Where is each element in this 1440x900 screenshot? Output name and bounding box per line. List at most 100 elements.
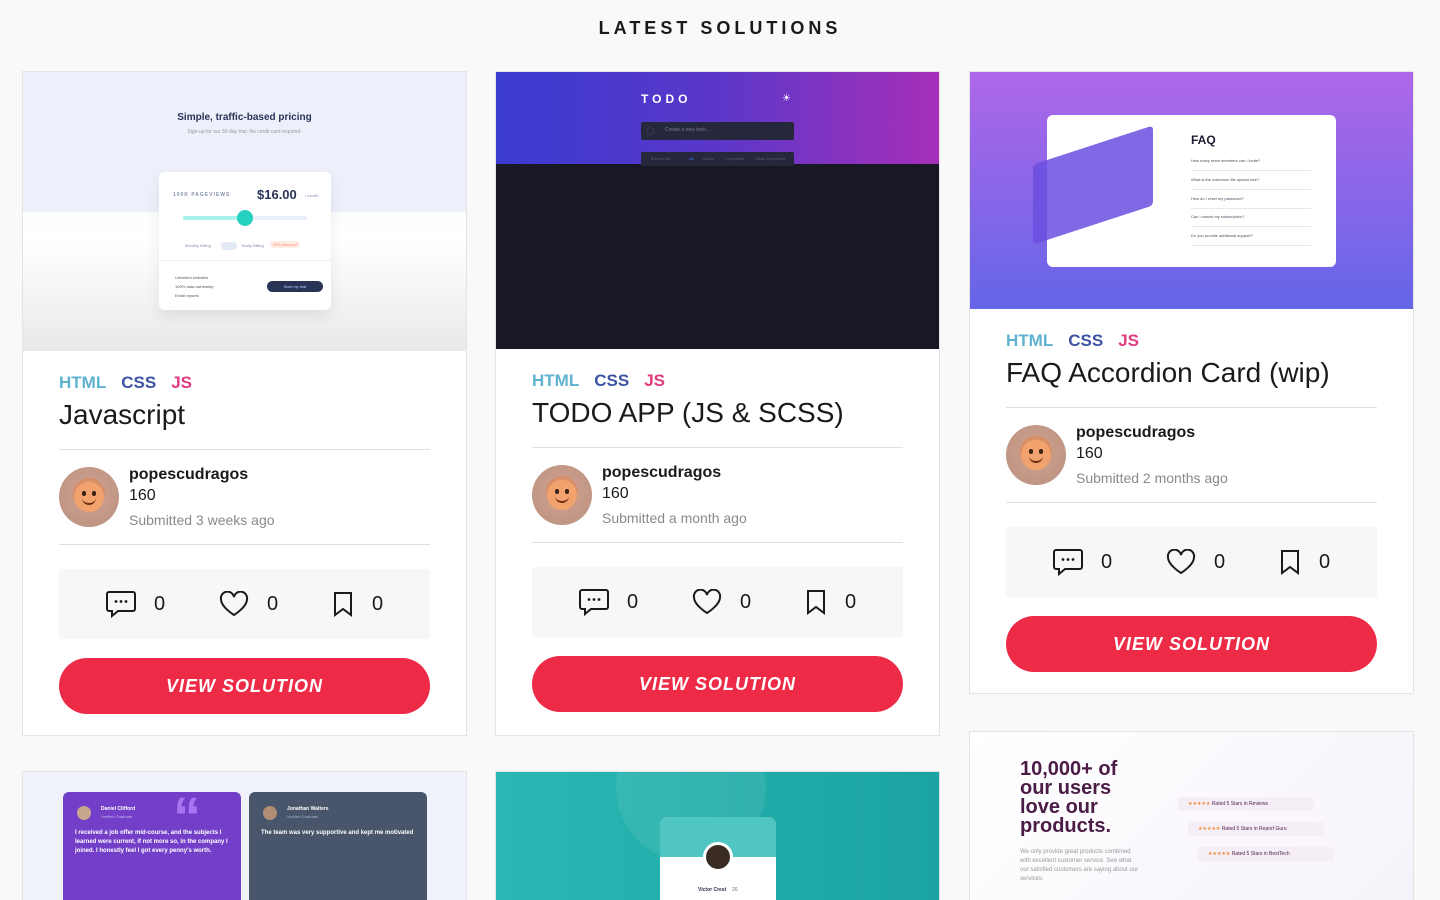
tag-css[interactable]: CSS: [1068, 331, 1103, 351]
preview-rating-label: Rated 5 Stars in Reviews: [1211, 801, 1268, 807]
author-name[interactable]: popescudragos: [1076, 424, 1228, 442]
comments-count: 0: [626, 590, 639, 613]
preview-quote: The team was very supportive and kept me…: [261, 830, 414, 836]
author-score: 160: [129, 487, 156, 504]
preview-name: Victor Crest: [698, 887, 727, 893]
tag-js[interactable]: JS: [1118, 331, 1139, 351]
tag-css[interactable]: CSS: [594, 371, 629, 391]
preview-toggle: [221, 242, 237, 250]
preview-body: We only provide great products combined …: [1020, 849, 1139, 882]
page-heading: LATEST SOLUTIONS: [598, 18, 842, 38]
preview-quote: I received a job offer mid-course, and t…: [75, 830, 228, 854]
likes-count: 0: [1213, 550, 1226, 573]
avatar-face: [547, 480, 577, 510]
star-icons: ★★★★★: [1188, 801, 1211, 807]
solution-title[interactable]: FAQ Accordion Card (wip): [1006, 357, 1377, 408]
view-solution-button[interactable]: VIEW SOLUTION: [1006, 616, 1377, 672]
likes-stat[interactable]: 0: [219, 591, 278, 617]
likes-count: 0: [266, 592, 279, 615]
solution-card: Victor Crest 26: [495, 771, 940, 900]
avatar-eye: [1029, 449, 1033, 454]
preview-question: Can I cancel my subscription?: [1191, 214, 1245, 219]
solution-preview-image[interactable]: FAQ How many team members can I invite? …: [970, 72, 1413, 309]
comments-stat[interactable]: 0: [1052, 548, 1112, 576]
likes-stat[interactable]: 0: [692, 589, 751, 615]
preview-feature: Unlimited websites: [175, 275, 209, 280]
preview-slider-fill: [183, 216, 245, 220]
solution-preview-image[interactable]: Simple, traffic-based pricing Sign-up fo…: [23, 72, 466, 351]
avatar-face: [1021, 440, 1051, 470]
tag-html[interactable]: HTML: [59, 373, 106, 393]
bookmarks-stat[interactable]: 0: [805, 589, 856, 615]
avatar-eye: [92, 491, 96, 496]
preview-profile-card: Victor Crest 26: [660, 817, 776, 900]
tech-tags: HTML CSS JS: [1006, 331, 1377, 351]
view-solution-button[interactable]: VIEW SOLUTION: [59, 658, 430, 714]
avatar[interactable]: [532, 465, 592, 525]
solution-title[interactable]: TODO APP (JS & SCSS): [532, 397, 903, 448]
preview-testimonial-card: Jonathan Walters Verified Graduate The t…: [249, 792, 427, 900]
likes-stat[interactable]: 0: [1166, 549, 1225, 575]
preview-divider: [159, 260, 331, 261]
bookmarks-count: 0: [371, 592, 384, 615]
preview-avatar: [263, 806, 277, 820]
author-block: popescudragos 160 Submitted 3 weeks ago: [59, 450, 430, 545]
preview-name: Jonathan Walters: [287, 806, 329, 812]
comments-stat[interactable]: 0: [105, 590, 166, 618]
preview-filter-active: Active: [703, 156, 714, 161]
preview-role: Verified Graduate: [287, 814, 319, 819]
preview-per-month: / month: [305, 193, 319, 198]
preview-price: $16.00: [257, 187, 297, 202]
view-solution-button[interactable]: VIEW SOLUTION: [532, 656, 903, 712]
preview-headline: 10,000+ of our users love our products.: [1020, 758, 1118, 837]
tech-tags: HTML CSS JS: [59, 373, 430, 393]
card-body: HTML CSS JS FAQ Accordion Card (wip) pop…: [970, 309, 1413, 690]
heart-icon: [1166, 549, 1196, 575]
solution-preview-image[interactable]: Daniel Clifford Verified Graduate “ I re…: [23, 772, 466, 900]
preview-faq-panel: FAQ How many team members can I invite? …: [1033, 115, 1336, 267]
avatar[interactable]: [59, 467, 119, 527]
bookmarks-count: 0: [1318, 550, 1331, 573]
avatar-mouth: [82, 498, 96, 505]
author-info: popescudragos 160 Submitted 3 weeks ago: [129, 466, 275, 528]
author-name[interactable]: popescudragos: [602, 464, 747, 482]
tag-js[interactable]: JS: [644, 371, 665, 391]
submitted-time: Submitted 2 months ago: [1076, 470, 1228, 486]
solution-title[interactable]: Javascript: [59, 399, 430, 450]
tag-css[interactable]: CSS: [121, 373, 156, 393]
avatar[interactable]: [1006, 425, 1066, 485]
star-icons: ★★★★★: [1208, 851, 1231, 857]
solution-preview-image[interactable]: Victor Crest 26: [496, 772, 939, 900]
bookmarks-stat[interactable]: 0: [1279, 549, 1330, 575]
bookmark-icon: [806, 590, 825, 615]
comments-stat[interactable]: 0: [578, 588, 639, 616]
tag-html[interactable]: HTML: [1006, 331, 1053, 351]
preview-divider: [1191, 170, 1311, 171]
preview-checkbox: [646, 127, 654, 135]
author-name[interactable]: popescudragos: [129, 466, 275, 484]
comment-icon: [105, 591, 136, 618]
bookmarks-stat[interactable]: 0: [332, 591, 383, 617]
solution-preview-image[interactable]: TODO ☀ Create a new todo... 5 items left…: [496, 72, 939, 349]
tech-tags: HTML CSS JS: [532, 371, 903, 391]
bookmark-icon: [333, 592, 352, 617]
preview-header-background: [496, 72, 939, 164]
stats-bar: 0 0 0: [59, 569, 430, 639]
solution-preview-image[interactable]: 10,000+ of our users love our products. …: [970, 732, 1413, 900]
card-body: HTML CSS JS TODO APP (JS & SCSS) popescu…: [496, 349, 939, 730]
preview-input-placeholder: Create a new todo...: [665, 127, 711, 133]
preview-avatar: [77, 806, 91, 820]
card-body: HTML CSS JS Javascript popescudragos 160…: [23, 351, 466, 732]
author-block: popescudragos 160 Submitted a month ago: [532, 448, 903, 543]
avatar-eye: [555, 489, 559, 494]
heart-icon: [692, 589, 722, 615]
preview-todo-input: Create a new todo...: [641, 122, 794, 140]
preview-rating: ★★★★★ Rated 5 Stars in Reviews: [1178, 797, 1314, 811]
tag-js[interactable]: JS: [171, 373, 192, 393]
avatar-eye: [565, 489, 569, 494]
tag-html[interactable]: HTML: [532, 371, 579, 391]
preview-age: 26: [732, 887, 738, 893]
comments-count: 0: [153, 592, 166, 615]
preview-name: Daniel Clifford: [101, 806, 136, 812]
preview-yearly-label: Yearly Billing: [241, 243, 264, 248]
